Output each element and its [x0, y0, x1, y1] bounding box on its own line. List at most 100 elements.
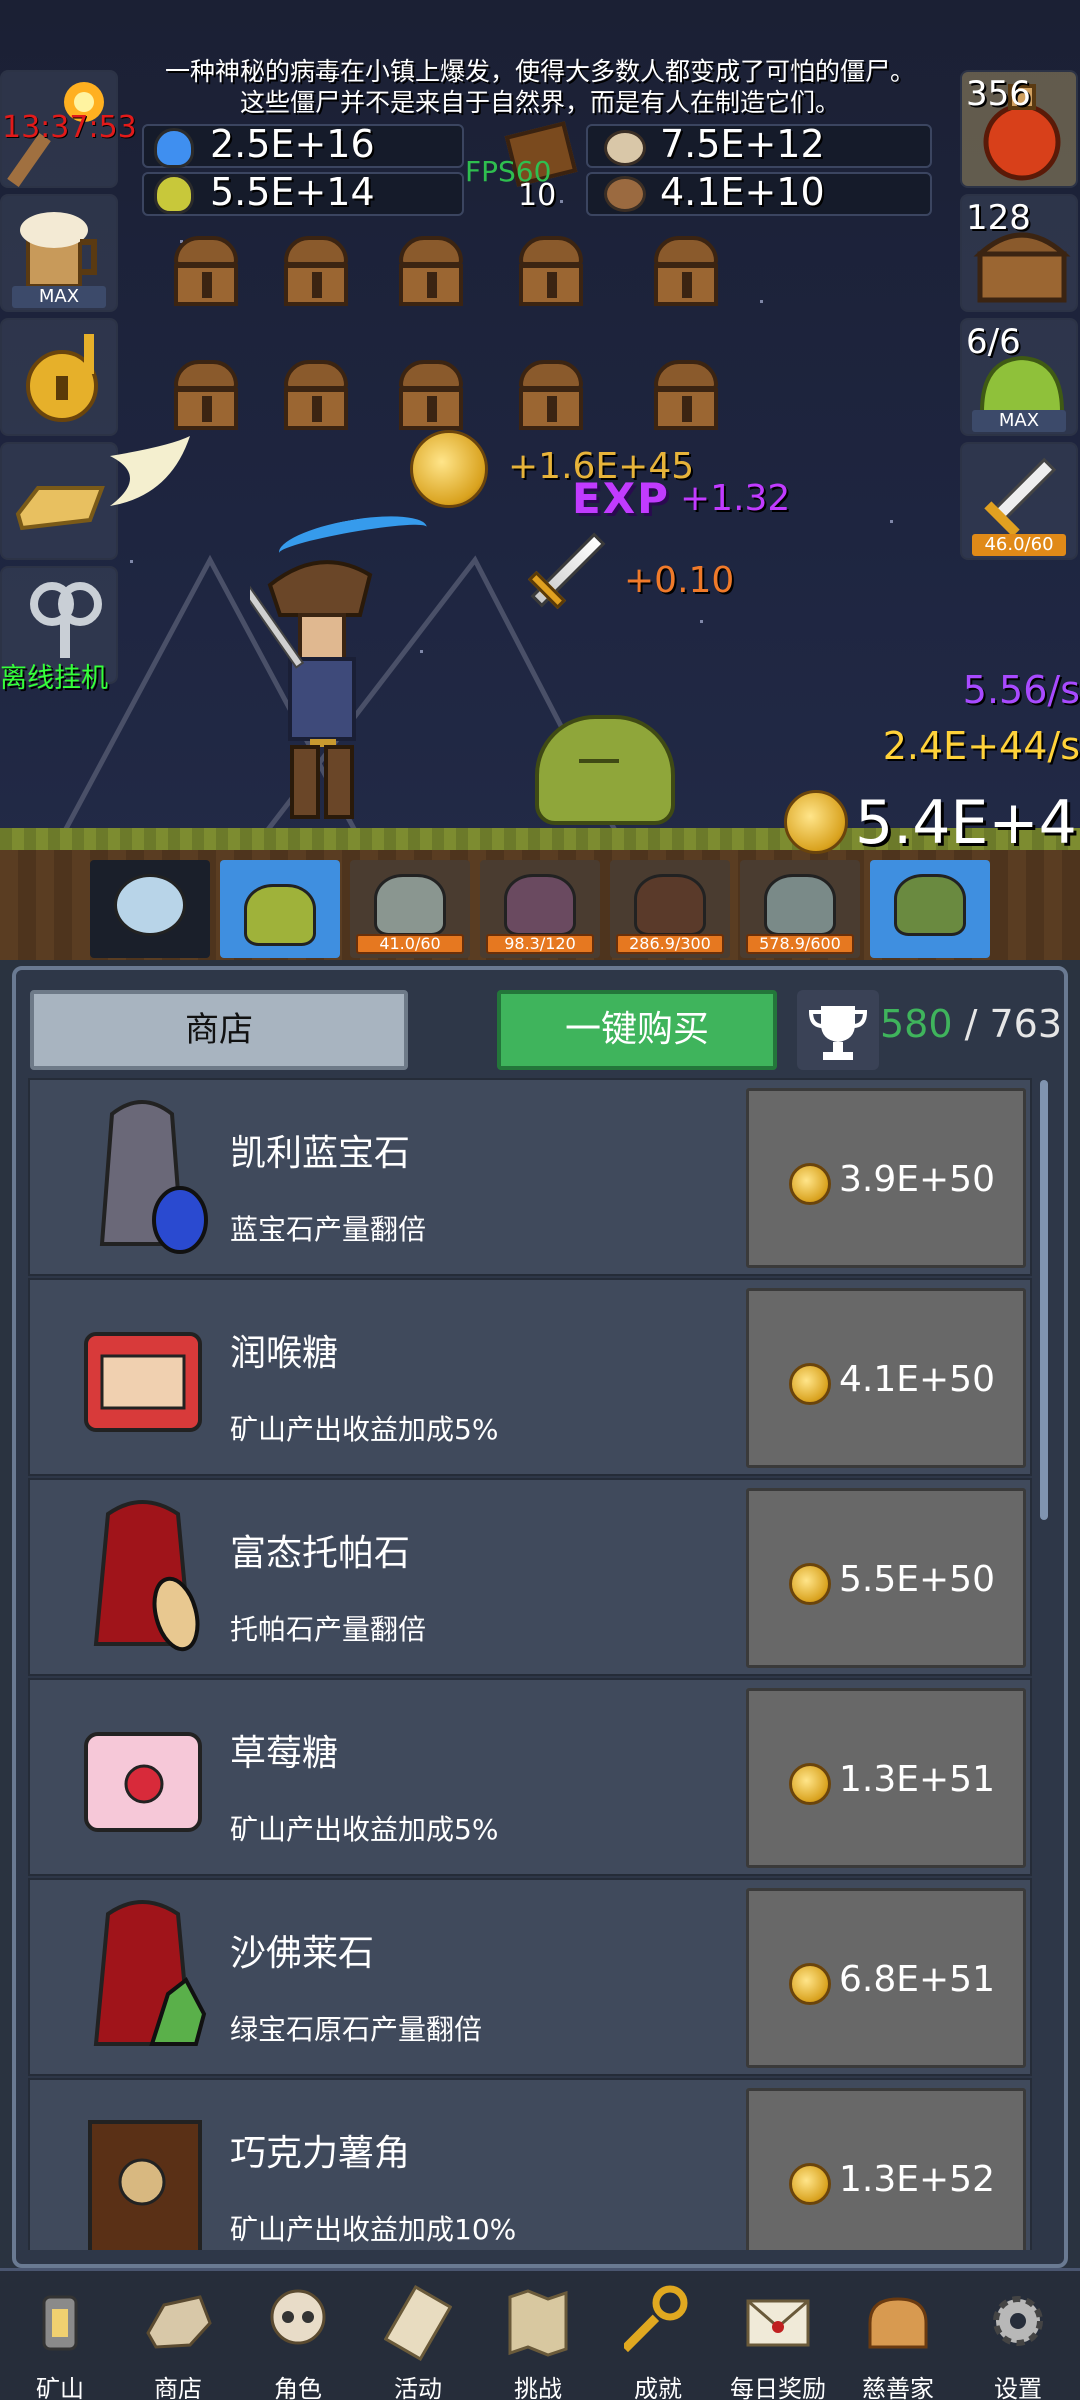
slime-capacity-button[interactable]: 6/6 MAX [960, 318, 1078, 436]
buy-button[interactable]: 5.5E+50 [746, 1488, 1026, 1668]
trophy-count: 580 / 763 [880, 1002, 1062, 1046]
red-potion-button[interactable]: 356 [960, 70, 1078, 188]
nav-events[interactable]: 活动 [358, 2271, 478, 2400]
nav-philanthropist[interactable]: 慈善家 [838, 2271, 958, 2400]
buy-button[interactable]: 3.9E+50 [746, 1088, 1026, 1268]
nav-daily-reward[interactable]: 每日奖励 [718, 2271, 838, 2400]
trophy-got: 580 [880, 1002, 953, 1046]
monster-bat[interactable]: 98.3/120 [480, 860, 600, 958]
sword-gain-popup: +0.10 [624, 560, 735, 601]
slime-enemy[interactable] [535, 715, 675, 825]
key-lock-button[interactable] [0, 318, 118, 436]
nav-character[interactable]: 角色 [238, 2271, 358, 2400]
chest-8[interactable] [395, 354, 467, 434]
chest-4[interactable] [515, 230, 587, 310]
offline-idle-label: 离线挂机 [0, 663, 108, 694]
zombie-icon [374, 874, 446, 936]
sword-upgrade-button[interactable]: 46.0/60 [960, 442, 1078, 560]
chest-6[interactable] [170, 354, 242, 434]
item-desc: 蓝宝石产量翻倍 [230, 1213, 427, 1246]
mug-button[interactable]: MAX [0, 194, 118, 312]
exp-rate: 5.56/s [962, 668, 1080, 712]
green-gem-statue-icon [93, 1900, 207, 2046]
buy-button[interactable]: 4.1E+50 [746, 1288, 1026, 1468]
ghoul-icon [764, 874, 836, 936]
item-price: 1.3E+51 [839, 1759, 995, 1800]
story-text: 一种神秘的病毒在小镇上爆发，使得大多数人都变成了可怕的僵尸。 这些僵尸并不是来自… [0, 56, 1080, 118]
hero-character [250, 560, 373, 819]
lantern-icon [42, 2295, 78, 2351]
item-desc: 矿山产出收益加成5% [230, 1413, 499, 1446]
nav-label: 商店 [154, 2375, 202, 2400]
shop-item-row: 草莓糖 矿山产出收益加成5% 1.3E+51 [28, 1678, 1032, 1876]
item-price: 1.3E+52 [839, 2159, 995, 2200]
game-screen: 一种神秘的病毒在小镇上爆发，使得大多数人都变成了可怕的僵尸。 这些僵尸并不是来自… [0, 0, 1080, 2400]
dropped-coin-icon[interactable] [410, 430, 488, 508]
trophy-badge [797, 990, 879, 1070]
monster-spider[interactable]: 286.9/300 [610, 860, 730, 958]
shop-item-row: 沙佛莱石 绿宝石原石产量翻倍 6.8E+51 [28, 1878, 1032, 2076]
coin-icon [789, 1963, 831, 2005]
sword-progress: 46.0/60 [972, 534, 1066, 556]
nav-settings[interactable]: 设置 [958, 2271, 1078, 2400]
chest-5[interactable] [650, 230, 722, 310]
trophy-total: / 763 [952, 1002, 1063, 1046]
event-timer: 13:37:53 [2, 110, 137, 145]
gear-icon [993, 2296, 1043, 2346]
yellow-potion-icon [154, 174, 194, 214]
shop-item-list[interactable]: 凯利蓝宝石 蓝宝石产量翻倍 3.9E+50 润喉糖 矿山产出收益加成5% 4.1… [28, 1078, 1038, 2250]
buy-button[interactable]: 1.3E+51 [746, 1688, 1026, 1868]
brown-ore-amount: 4.1E+10 [660, 170, 825, 214]
chest-1[interactable] [170, 230, 242, 310]
ore-icon [146, 2295, 212, 2349]
monster-ghoul[interactable]: 578.9/600 [740, 860, 860, 958]
chest-2[interactable] [280, 230, 352, 310]
item-desc: 托帕石产量翻倍 [230, 1613, 427, 1646]
item-price: 3.9E+50 [839, 1159, 995, 1200]
nav-label: 每日奖励 [730, 2375, 826, 2400]
item-desc: 矿山产出收益加成5% [230, 1813, 499, 1846]
bat-progress: 98.3/120 [486, 934, 594, 954]
exp-gain-popup: +1.32 [680, 478, 791, 519]
gold-bar-button[interactable] [0, 442, 118, 560]
spider-progress: 286.9/300 [616, 934, 724, 954]
monster-orc[interactable] [870, 860, 990, 958]
brown-ore-icon [604, 176, 646, 212]
ghoul-progress: 578.9/600 [746, 934, 854, 954]
trophy-icon [808, 1006, 868, 1060]
item-price: 4.1E+50 [839, 1359, 995, 1400]
monster-slime[interactable] [220, 860, 340, 958]
story-line-2: 这些僵尸并不是来自于自然界，而是有人在制造它们。 [239, 88, 840, 117]
nav-label: 挑战 [514, 2375, 562, 2400]
spider-icon [634, 874, 706, 936]
chest-10[interactable] [650, 354, 722, 434]
treasure-chest-button[interactable]: 128 [960, 194, 1078, 312]
skull-icon [270, 2289, 326, 2345]
chest-3[interactable] [395, 230, 467, 310]
buy-button[interactable]: 1.3E+52 [746, 2088, 1026, 2250]
nav-mine[interactable]: 矿山 [0, 2271, 120, 2400]
strawberry-candy-icon [84, 1732, 202, 1832]
nav-achievements[interactable]: 成就 [598, 2271, 718, 2400]
slime-face-icon [244, 884, 316, 946]
shop-item-row: 富态托帕石 托帕石产量翻倍 5.5E+50 [28, 1478, 1032, 1676]
bread-icon [868, 2297, 928, 2349]
buy-all-button[interactable]: 一键购买 [497, 990, 777, 1070]
monster-zombie[interactable]: 41.0/60 [350, 860, 470, 958]
gold-bar-icon [15, 486, 105, 531]
shop-tab[interactable]: 商店 [30, 990, 408, 1070]
buy-button[interactable]: 6.8E+51 [746, 1888, 1026, 2068]
nav-challenge[interactable]: 挑战 [478, 2271, 598, 2400]
chest-9[interactable] [515, 354, 587, 434]
envelope-icon [746, 2299, 810, 2347]
nav-label: 角色 [274, 2375, 322, 2400]
shop-scrollbar[interactable] [1040, 1080, 1048, 1520]
chest-7[interactable] [280, 354, 352, 434]
coin-icon [789, 2163, 831, 2205]
monster-egg[interactable] [90, 860, 210, 958]
nav-shop[interactable]: 商店 [118, 2271, 238, 2400]
nav-label: 成就 [634, 2375, 682, 2400]
blue-gem-statue-icon [99, 1100, 208, 1254]
slime-max-tag: MAX [972, 410, 1066, 432]
book-count: 10 [518, 178, 557, 213]
